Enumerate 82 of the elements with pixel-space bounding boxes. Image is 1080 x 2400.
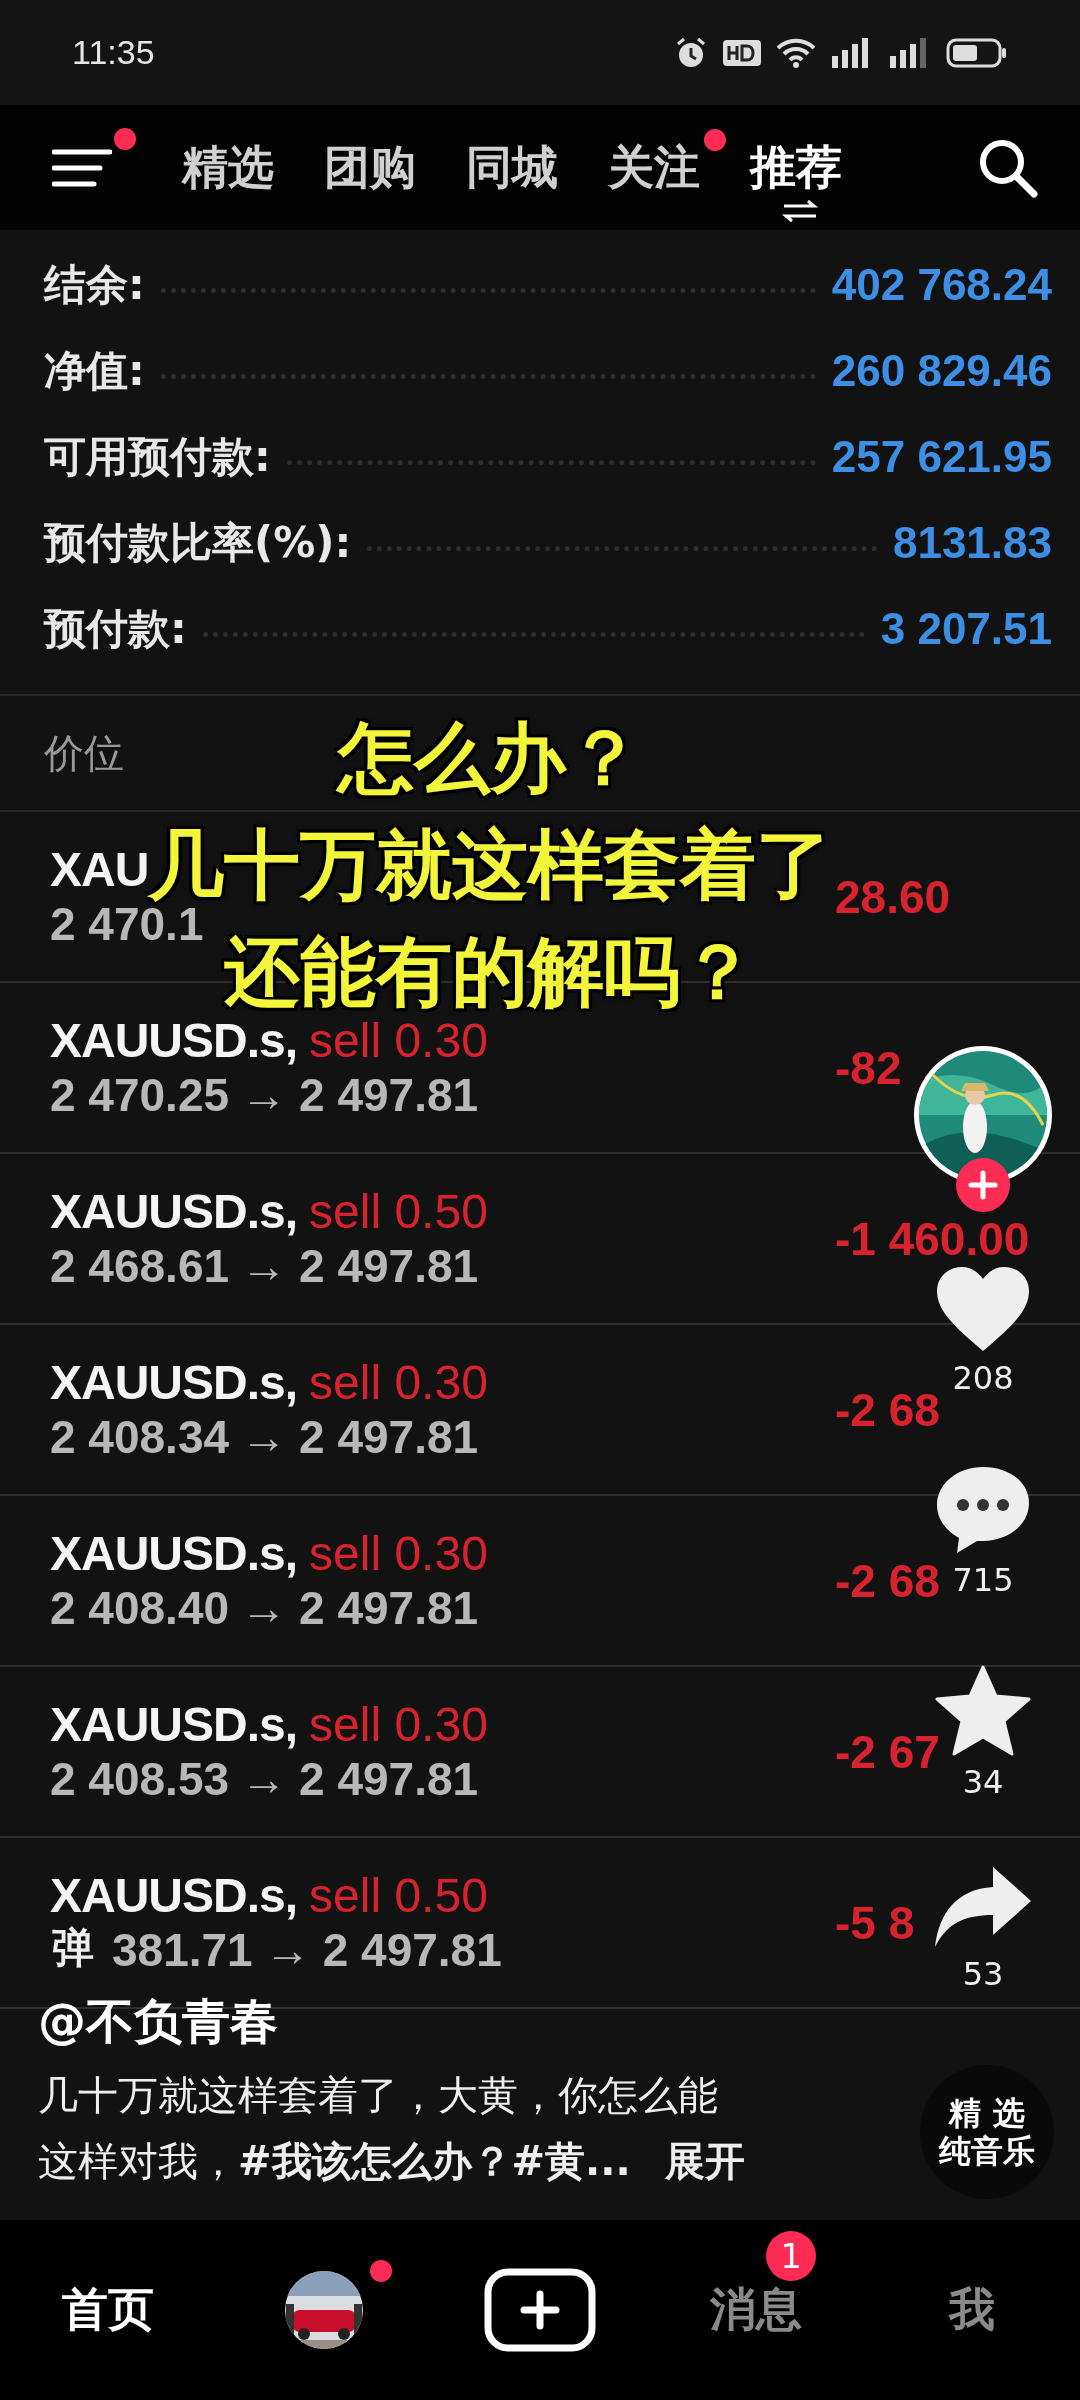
comment-icon[interactable] bbox=[935, 1465, 1031, 1555]
caption-text: 还能有的解吗？ bbox=[224, 927, 756, 1016]
feed-tab[interactable]: 推荐 bbox=[750, 139, 842, 194]
open-price: 2 408.53 bbox=[50, 1752, 230, 1806]
action-count: 208 bbox=[952, 1359, 1014, 1397]
nav-tab[interactable]: 首页 bbox=[62, 2279, 154, 2341]
account-value: 260 829.46 bbox=[831, 346, 1052, 396]
danmaku-toggle[interactable]: 弹 bbox=[52, 1920, 94, 1976]
action-count: 715 bbox=[952, 1561, 1014, 1599]
current-price: 2 497.81 bbox=[299, 1068, 479, 1122]
arrow-glyph: → bbox=[241, 1239, 288, 1293]
profit-value: -2 67 bbox=[835, 1724, 940, 1779]
arrow-glyph: → bbox=[264, 1923, 311, 1977]
feed-tab[interactable]: 团购 bbox=[324, 139, 416, 194]
follow-button[interactable] bbox=[955, 1157, 1011, 1213]
arrow-glyph: → bbox=[241, 1752, 288, 1806]
account-label: 净值: bbox=[44, 345, 145, 397]
symbol-text: XAUUSD.s, bbox=[50, 1184, 298, 1239]
account-label: 预付款: bbox=[44, 603, 187, 655]
account-value: 257 621.95 bbox=[831, 432, 1052, 482]
nav-tab[interactable]: 消息 bbox=[710, 2279, 802, 2341]
video-description: 这样对我，#我该怎么办？#黄... bbox=[38, 2137, 631, 2186]
caption-text: 怎么办？ bbox=[338, 713, 642, 802]
arrow-glyph: → bbox=[241, 1410, 288, 1464]
alarm-icon bbox=[674, 35, 708, 70]
order-side: sell 0.30 bbox=[309, 1013, 488, 1068]
current-price: 2 497.81 bbox=[299, 1581, 479, 1635]
status-time: 11:35 bbox=[72, 33, 155, 72]
account-label: 预付款比率(%): bbox=[44, 517, 352, 569]
heart-icon[interactable] bbox=[935, 1265, 1031, 1353]
column-header: 价位 bbox=[44, 728, 124, 778]
swap-icon bbox=[780, 198, 820, 223]
action-count: 53 bbox=[962, 1955, 1004, 1993]
profit-value: -5 8 bbox=[835, 1895, 915, 1950]
order-side: sell 0.50 bbox=[309, 1868, 488, 1923]
music-disc[interactable]: 精 选 纯音乐 bbox=[920, 2065, 1054, 2199]
order-side: sell 0.30 bbox=[309, 1526, 488, 1581]
current-price: 2 497.81 bbox=[299, 1752, 479, 1806]
share-icon[interactable] bbox=[933, 1865, 1033, 1949]
profit-value: 28.60 bbox=[835, 869, 951, 924]
expand-link[interactable]: 展开 bbox=[664, 2128, 745, 2194]
open-price: 2 408.40 bbox=[50, 1581, 230, 1635]
profit-value: -82 bbox=[835, 1040, 902, 1095]
profit-value: -2 68 bbox=[835, 1382, 940, 1437]
symbol-text: XAUUSD.s, bbox=[50, 1526, 298, 1581]
author-name[interactable]: @不负青春 bbox=[38, 1990, 858, 2054]
account-label: 可用预付款: bbox=[44, 431, 271, 483]
unread-badge: 1 bbox=[766, 2231, 816, 2281]
profit-value: -2 68 bbox=[835, 1553, 940, 1608]
arrow-glyph: → bbox=[241, 1581, 288, 1635]
feed-tab[interactable]: 关注 bbox=[608, 139, 700, 194]
open-price: 2 470.25 bbox=[50, 1068, 230, 1122]
caption-text: 几十万就这样套着了 bbox=[148, 820, 832, 909]
account-label: 结余: bbox=[44, 259, 145, 311]
account-value: 8131.83 bbox=[892, 518, 1052, 568]
feed-tab[interactable]: 精选 bbox=[182, 139, 274, 194]
create-button[interactable] bbox=[484, 2268, 596, 2352]
current-price: 2 497.81 bbox=[322, 1923, 502, 1977]
symbol-text: XAUUSD.s, bbox=[50, 1697, 298, 1752]
profit-value: -1 460.00 bbox=[835, 1211, 1030, 1266]
symbol-text: XAUUSD.s, bbox=[50, 1013, 298, 1068]
symbol-text: XAUUSD.s, bbox=[50, 1355, 298, 1410]
order-side: sell 0.50 bbox=[309, 1184, 488, 1239]
open-price: 2 468.61 bbox=[50, 1239, 230, 1293]
open-price: 2 408.34 bbox=[50, 1410, 230, 1464]
nav-tab[interactable]: 我 bbox=[949, 2279, 995, 2341]
symbol-text: XAU bbox=[50, 843, 149, 896]
order-side: sell 0.30 bbox=[309, 1697, 488, 1752]
wifi-icon bbox=[776, 36, 816, 69]
arrow-glyph: → bbox=[241, 1068, 288, 1122]
video-description: 几十万就这样套着了，大黄，你怎么能 bbox=[38, 2071, 718, 2120]
feed-tab[interactable]: 同城 bbox=[466, 139, 558, 194]
battery-icon bbox=[946, 36, 1008, 69]
order-side: sell 0.30 bbox=[309, 1355, 488, 1410]
open-price: 381.71 bbox=[112, 1923, 253, 1977]
account-value: 402 768.24 bbox=[831, 260, 1052, 310]
current-price: 2 497.81 bbox=[299, 1410, 479, 1464]
symbol-text: XAUUSD.s, bbox=[50, 1868, 298, 1923]
action-count: 34 bbox=[962, 1763, 1004, 1801]
current-price: 2 497.81 bbox=[299, 1239, 479, 1293]
account-value: 3 207.51 bbox=[880, 604, 1052, 654]
hd-icon bbox=[722, 37, 762, 68]
